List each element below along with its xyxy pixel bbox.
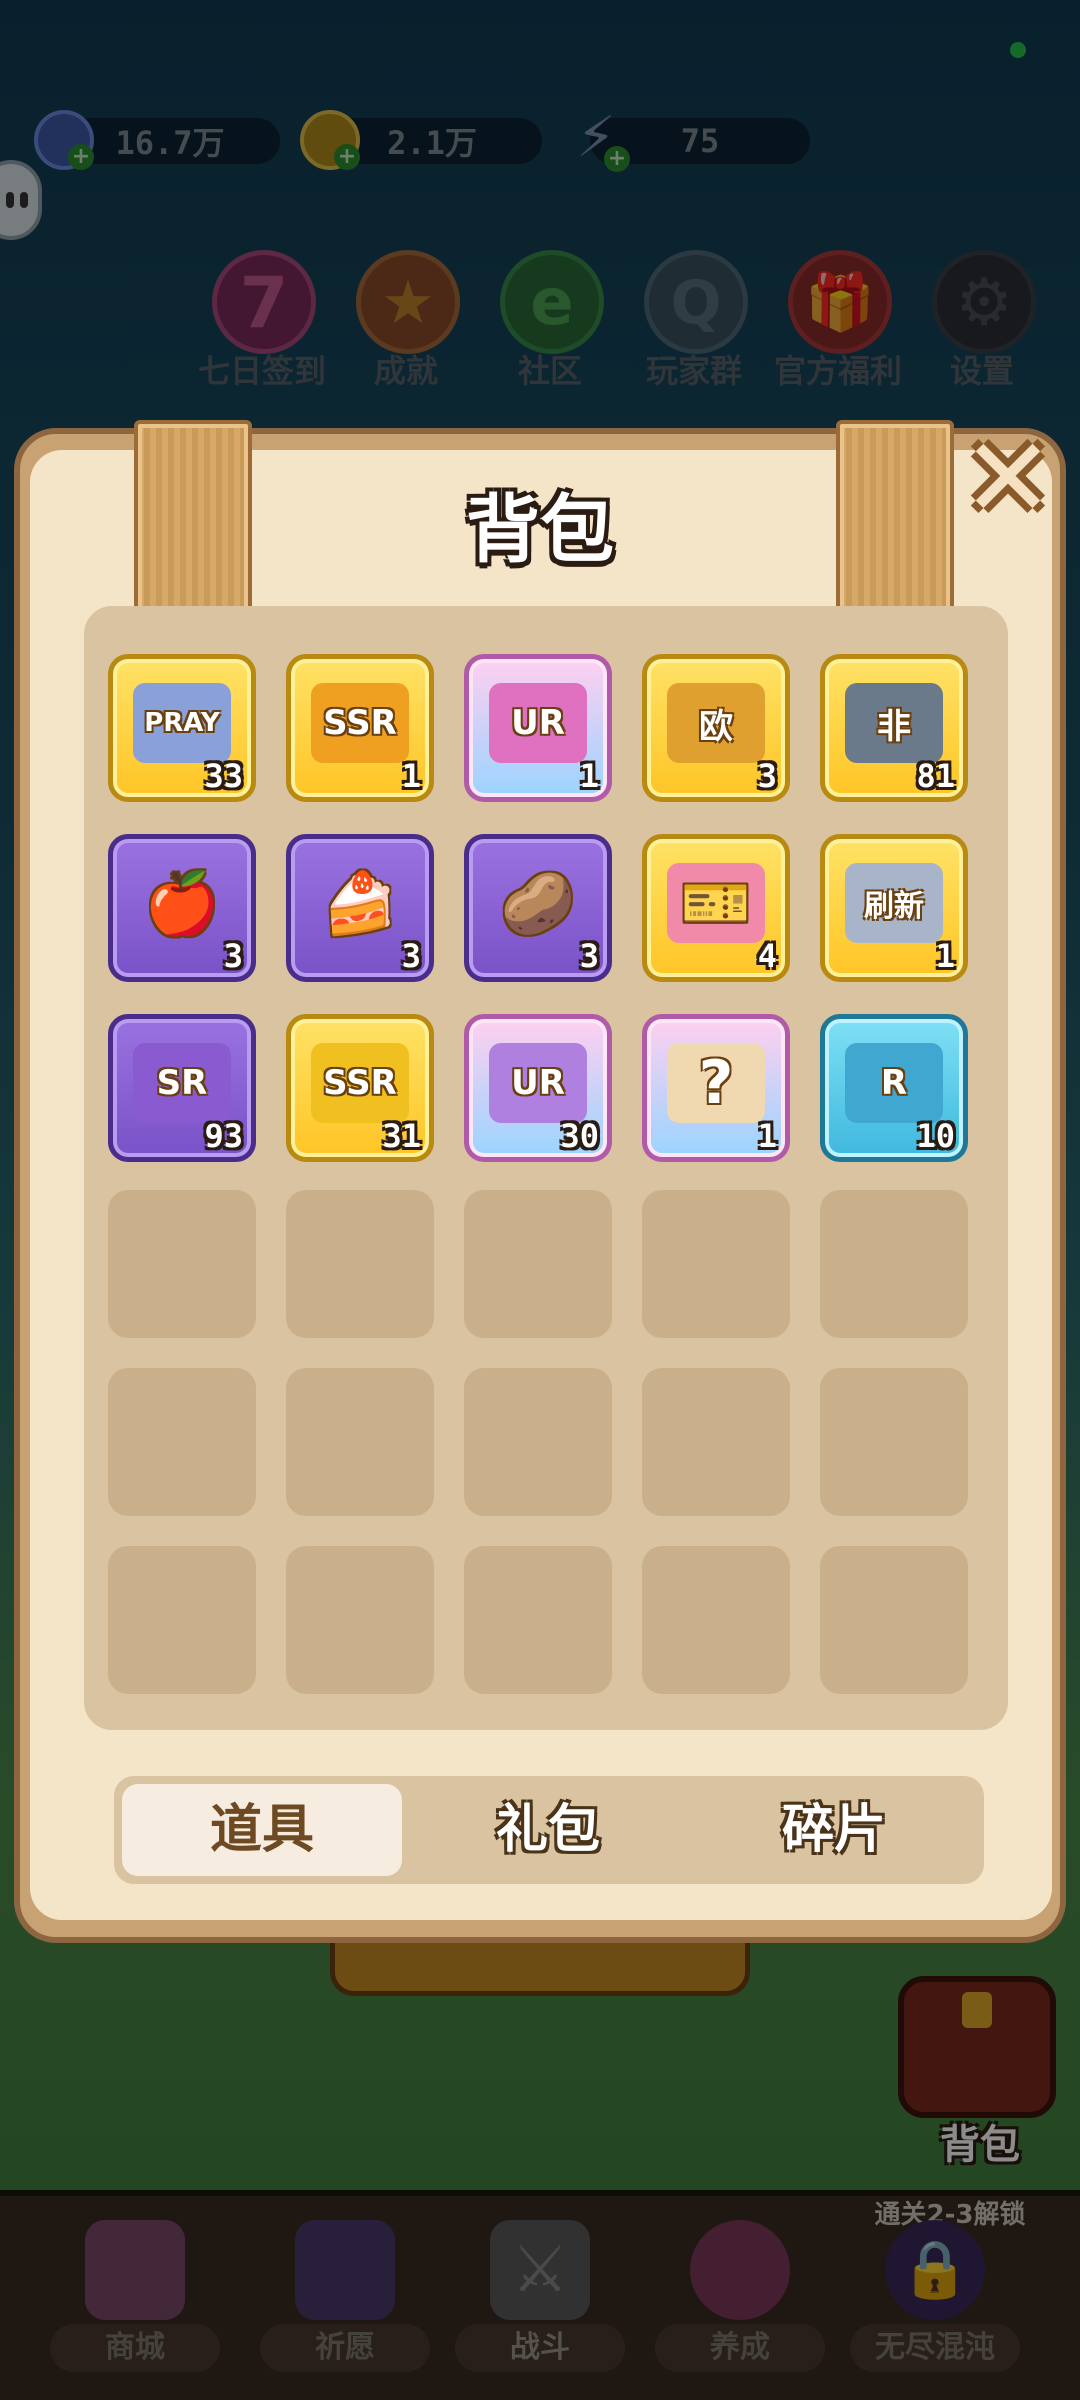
empty-slot [820,1546,968,1694]
item-slot[interactable]: ? 1 [642,1014,790,1162]
item-count: 1 [579,757,599,795]
ur-fragment-icon: UR [489,1043,587,1123]
tab-fragments[interactable]: 碎片 [694,1784,974,1876]
empty-slot [820,1368,968,1516]
tab-gift-packs[interactable]: 礼包 [408,1784,688,1876]
item-count: 81 [916,757,955,795]
empty-slot [642,1368,790,1516]
ur-ticket-icon: UR [489,683,587,763]
empty-slot [464,1368,612,1516]
panel-strap-right [836,420,954,614]
empty-slot [286,1190,434,1338]
item-slot[interactable]: 🍰 3 [286,834,434,982]
ssr-ticket-icon: SSR [311,683,409,763]
r-fragment-icon: R [845,1043,943,1123]
item-slot[interactable]: 欧 3 [642,654,790,802]
pink-ticket-icon: 🎫 [667,863,765,943]
item-slot[interactable]: 刷新 1 [820,834,968,982]
empty-slot [464,1190,612,1338]
item-slot[interactable]: R 10 [820,1014,968,1162]
item-slot[interactable]: SR 93 [108,1014,256,1162]
mystery-bag-icon: ? [667,1043,765,1123]
panel-strap-left [134,420,252,614]
unlucky-ticket-icon: 非 [845,683,943,763]
item-count: 3 [223,937,243,975]
item-slot[interactable]: UR 30 [464,1014,612,1162]
item-slot[interactable]: 🎫 4 [642,834,790,982]
panel-title: 背包 [466,487,614,573]
item-count: 93 [204,1117,243,1155]
chips-icon: 🥔 [500,868,576,939]
item-count: 1 [935,937,955,975]
empty-slot [286,1368,434,1516]
lucky-ticket-icon: 欧 [667,683,765,763]
item-count: 30 [560,1117,599,1155]
item-count: 3 [579,937,599,975]
item-slot[interactable]: SSR 31 [286,1014,434,1162]
empty-slot [108,1368,256,1516]
item-slot[interactable]: UR 1 [464,654,612,802]
item-slot[interactable]: 非 81 [820,654,968,802]
item-count: 31 [382,1117,421,1155]
apple-icon: 🍎 [144,868,220,939]
cake-icon: 🍰 [322,868,398,939]
item-count: 10 [916,1117,955,1155]
item-count: 4 [757,937,777,975]
empty-slot [286,1546,434,1694]
empty-slot [108,1546,256,1694]
empty-slot [642,1546,790,1694]
empty-slot [108,1190,256,1338]
sr-fragment-icon: SR [133,1043,231,1123]
item-count: 3 [757,757,777,795]
item-slot[interactable]: 🥔 3 [464,834,612,982]
refresh-ticket-icon: 刷新 [845,863,943,943]
close-button[interactable]: ✕ [960,423,1056,533]
pray-ticket-icon: PRAY [133,683,231,763]
item-slot[interactable]: 🍎 3 [108,834,256,982]
ssr-fragment-icon: SSR [311,1043,409,1123]
item-slot[interactable]: PRAY 33 [108,654,256,802]
item-count: 1 [757,1117,777,1155]
empty-slot [464,1546,612,1694]
empty-slot [642,1190,790,1338]
item-count: 3 [401,937,421,975]
item-slot[interactable]: SSR 1 [286,654,434,802]
item-count: 1 [401,757,421,795]
item-count: 33 [204,757,243,795]
tab-items[interactable]: 道具 [122,1784,402,1876]
empty-slot [820,1190,968,1338]
